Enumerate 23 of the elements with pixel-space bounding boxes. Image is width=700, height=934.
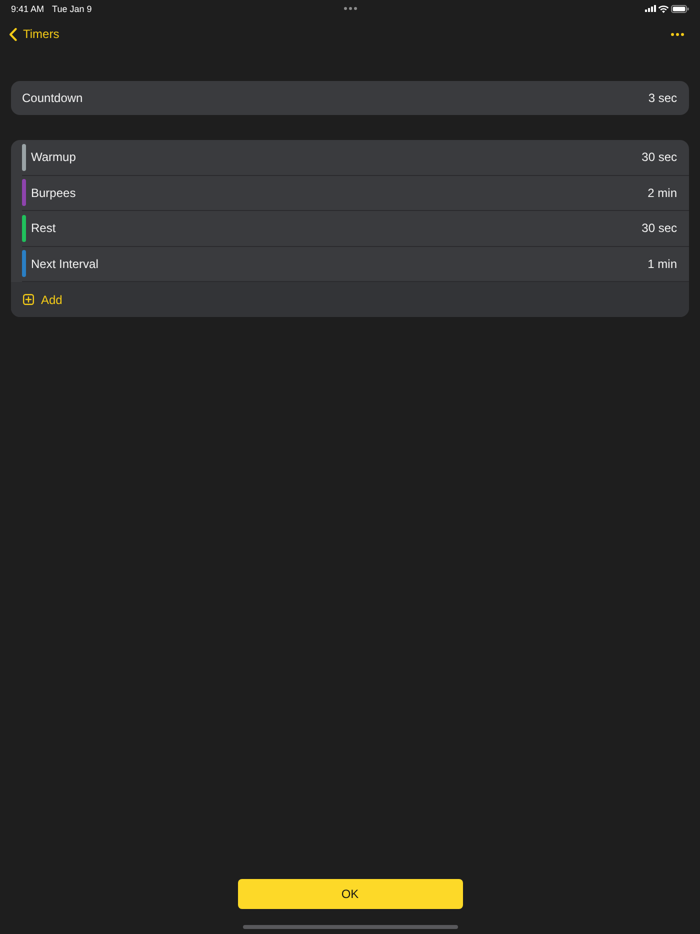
interval-duration: 2 min (648, 186, 677, 200)
interval-name: Warmup (31, 150, 77, 164)
signal-icon (645, 5, 656, 12)
more-icon[interactable] (671, 32, 684, 36)
add-button[interactable]: Add (11, 282, 689, 317)
interval-name: Next Interval (31, 256, 100, 271)
countdown-card[interactable]: Countdown 3 sec (11, 81, 689, 115)
countdown-label: Countdown (22, 91, 83, 105)
battery-icon (671, 4, 689, 12)
interval-name: Rest (31, 221, 57, 236)
status-time: 9:41 AM (11, 4, 44, 14)
dots-icon[interactable] (344, 7, 356, 10)
wifi-icon (658, 4, 669, 12)
interval-duration: 1 min (648, 256, 677, 271)
countdown-value: 3 sec (648, 91, 677, 105)
status-date: Tue Jan 9 (52, 4, 92, 14)
interval-duration: 30 sec (642, 150, 677, 164)
back-button[interactable]: Timers (9, 27, 60, 41)
interval-duration: 30 sec (642, 221, 677, 236)
ok-button[interactable]: OK (238, 879, 462, 909)
interval-name: Burpees (31, 186, 77, 200)
plus-square-icon (23, 294, 34, 305)
chevron-left-icon (9, 28, 17, 40)
